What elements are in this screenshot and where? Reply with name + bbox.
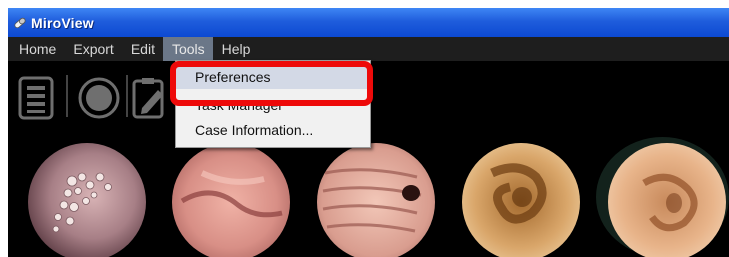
thumbnail-strip [8, 137, 729, 257]
title-bar: MiroView [8, 8, 729, 37]
endoscopy-thumbnail[interactable] [462, 143, 580, 257]
menu-bar: Home Export Edit Tools Help [8, 37, 729, 61]
list-icon [18, 76, 54, 120]
toolbar-divider [66, 75, 68, 117]
menu-home[interactable]: Home [10, 37, 64, 61]
menu-export[interactable]: Export [64, 37, 121, 61]
record-button[interactable] [76, 76, 122, 120]
miroview-window: MiroView Home Export Edit Tools Help Pre… [8, 8, 729, 257]
menu-item-case-information[interactable]: Case Information... [176, 118, 370, 142]
app-title: MiroView [31, 14, 94, 31]
list-button[interactable] [18, 76, 54, 120]
endoscopy-thumbnail[interactable] [28, 143, 146, 257]
menu-help[interactable]: Help [213, 37, 259, 61]
menu-tools[interactable]: Tools [162, 37, 213, 61]
menu-edit[interactable]: Edit [122, 37, 163, 61]
record-icon [76, 76, 122, 120]
clipboard-edit-icon [132, 76, 168, 120]
endoscopy-thumbnail[interactable] [317, 143, 435, 257]
endoscopy-thumbnail[interactable] [608, 143, 726, 257]
toolbar-divider [126, 75, 128, 117]
endoscopy-thumbnail[interactable] [172, 143, 290, 257]
preferences-callout-highlight [170, 61, 373, 106]
clipboard-edit-button[interactable] [132, 76, 168, 120]
pill-icon [13, 16, 27, 30]
